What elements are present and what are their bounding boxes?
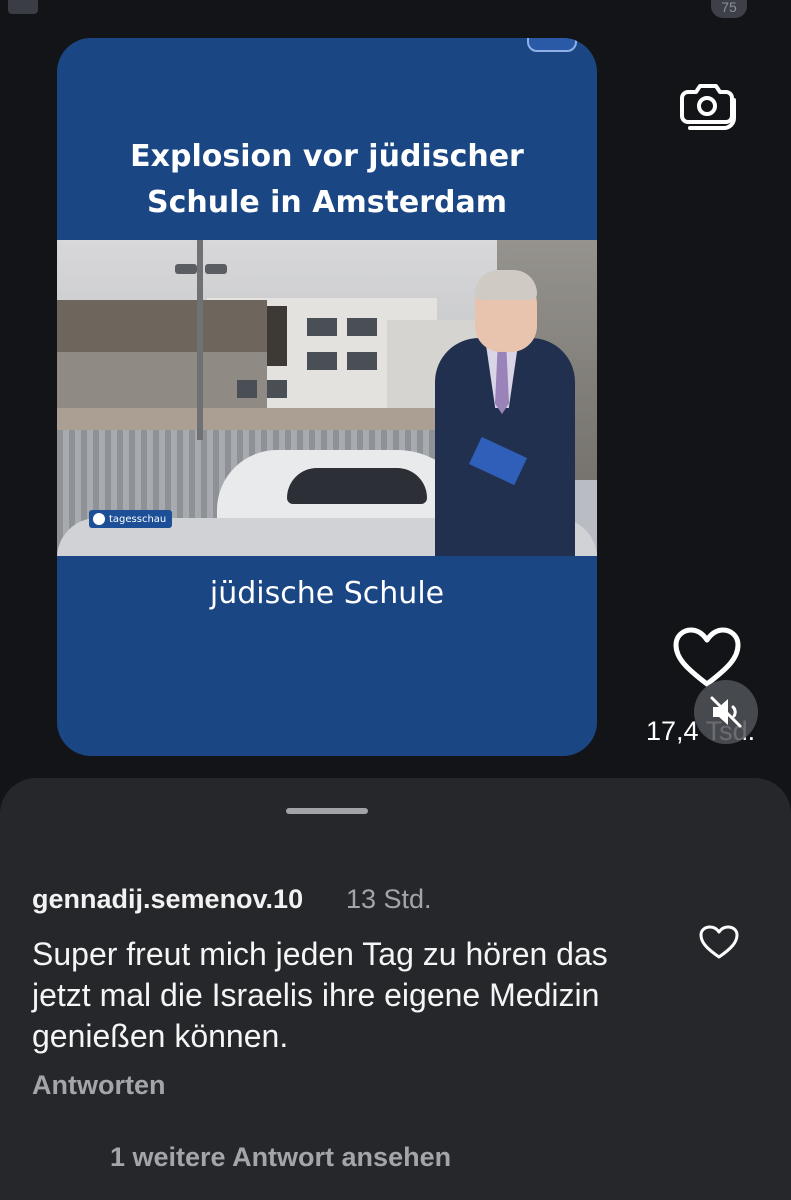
headline-line-1: Explosion vor jüdischer [130,139,524,174]
video-player[interactable]: Explosion vor jüdischer Schule in Amster… [57,38,597,756]
camera-icon[interactable] [678,74,738,130]
logo-circle-icon [93,513,105,525]
video-caption: jüdische Schule [209,576,445,611]
like-heart-icon[interactable] [672,626,742,688]
comment-username[interactable]: gennadij.semenov.10 [32,884,303,915]
logo-text: tagesschau [109,513,167,525]
mute-button[interactable] [694,680,758,744]
sheet-drag-handle[interactable] [286,808,368,814]
video-frame: tagesschau [57,240,597,556]
battery-indicator: 75 [711,0,747,18]
comment-text: Super freut mich jeden Tag zu hören das … [32,936,608,1054]
video-headline: Explosion vor jüdischer Schule in Amster… [57,134,597,226]
status-bar: 75 [0,0,791,22]
channel-badge-icon [527,38,577,52]
speaker-muted-icon [710,696,742,728]
comment-timestamp: 13 Std. [346,884,432,914]
tagesschau-logo: tagesschau [89,510,173,528]
notification-icon [8,0,38,14]
reply-button[interactable]: Antworten [32,1070,165,1101]
comment-like-heart-icon[interactable] [698,924,740,960]
headline-line-2: Schule in Amsterdam [146,185,508,220]
view-more-replies[interactable]: 1 weitere Antwort ansehen [110,1142,451,1173]
